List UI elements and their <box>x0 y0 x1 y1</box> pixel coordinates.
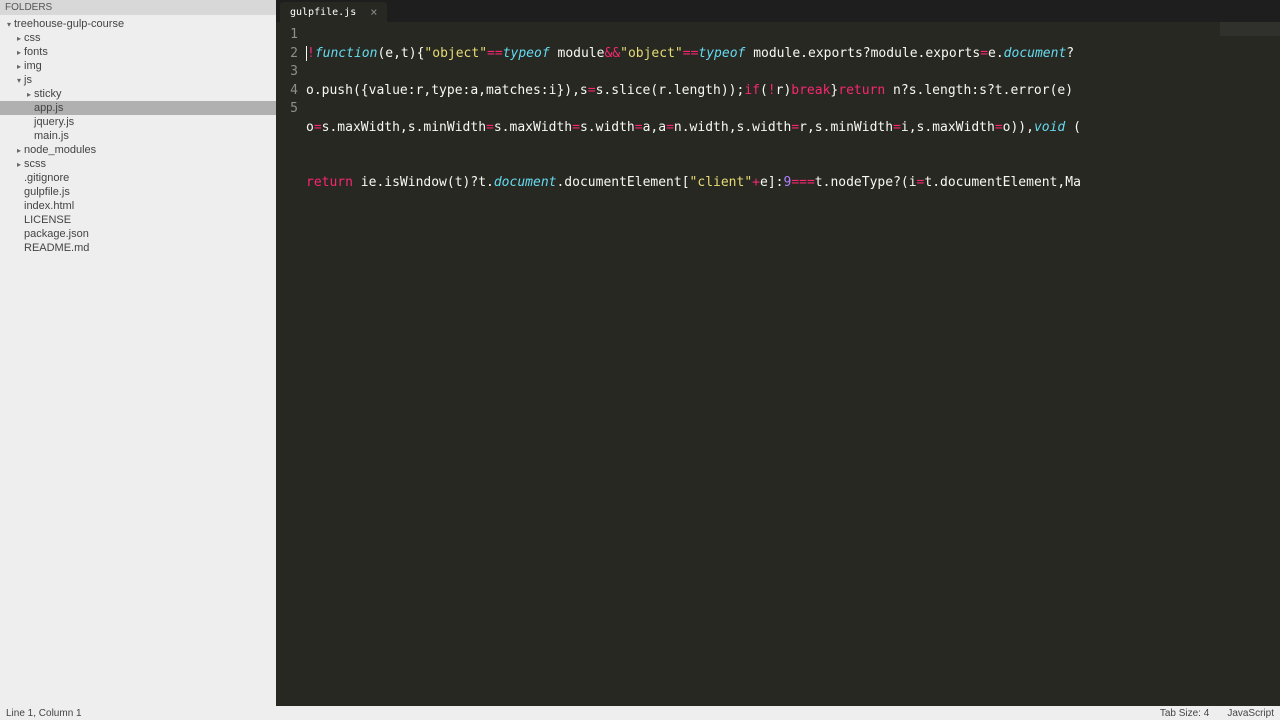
tree-file[interactable]: package.json <box>0 227 276 241</box>
tree-item-label: .gitignore <box>24 172 69 184</box>
tree-item-label: scss <box>24 158 46 170</box>
tree-item-label: README.md <box>24 242 89 254</box>
line-number: 1 <box>276 26 298 45</box>
tree-folder[interactable]: ▸img <box>0 59 276 73</box>
tree-folder[interactable]: ▸css <box>0 31 276 45</box>
status-bar: Line 1, Column 1 Tab Size: 4 JavaScript <box>0 706 1280 720</box>
tree-item-label: LICENSE <box>24 214 71 226</box>
status-language[interactable]: JavaScript <box>1227 708 1274 719</box>
tree-file[interactable]: .gitignore <box>0 171 276 185</box>
tree-item-label: jquery.js <box>34 116 74 128</box>
line-number: 3 <box>276 63 298 82</box>
tree-file[interactable]: main.js <box>0 129 276 143</box>
disclosure-icon: ▾ <box>4 20 14 29</box>
sidebar: FOLDERS ▾treehouse-gulp-course▸css▸fonts… <box>0 0 276 706</box>
disclosure-icon: ▸ <box>14 62 24 71</box>
tree-item-label: img <box>24 60 42 72</box>
tree-file[interactable]: jquery.js <box>0 115 276 129</box>
line-number: 5 <box>276 100 298 119</box>
tree-file[interactable]: gulpfile.js <box>0 185 276 199</box>
disclosure-icon: ▸ <box>24 90 34 99</box>
file-tree: ▾treehouse-gulp-course▸css▸fonts▸img▾js▸… <box>0 15 276 706</box>
disclosure-icon: ▸ <box>14 146 24 155</box>
tab-gulpfile[interactable]: gulpfile.js × <box>280 2 387 22</box>
minimap[interactable] <box>1220 22 1280 36</box>
tree-folder[interactable]: ▸sticky <box>0 87 276 101</box>
tree-folder[interactable]: ▾js <box>0 73 276 87</box>
status-tab-size[interactable]: Tab Size: 4 <box>1160 708 1209 719</box>
tree-item-label: gulpfile.js <box>24 186 70 198</box>
tree-item-label: sticky <box>34 88 62 100</box>
tree-item-label: app.js <box>34 102 63 114</box>
disclosure-icon: ▸ <box>14 48 24 57</box>
code-area[interactable]: !function(e,t){"object"==typeof module&&… <box>306 22 1280 706</box>
tree-file[interactable]: app.js <box>0 101 276 115</box>
tree-item-label: index.html <box>24 200 74 212</box>
tree-item-label: treehouse-gulp-course <box>14 18 124 30</box>
tree-file[interactable]: README.md <box>0 241 276 255</box>
tab-bar: gulpfile.js × <box>276 0 1280 22</box>
tab-label: gulpfile.js <box>290 7 356 18</box>
status-cursor-position[interactable]: Line 1, Column 1 <box>6 708 82 719</box>
disclosure-icon: ▸ <box>14 34 24 43</box>
tree-item-label: js <box>24 74 32 86</box>
tree-folder[interactable]: ▸fonts <box>0 45 276 59</box>
tree-item-label: main.js <box>34 130 69 142</box>
sidebar-folders-header: FOLDERS <box>0 0 276 15</box>
line-number: 4 <box>276 82 298 101</box>
editor-body[interactable]: 1 2 3 4 5 !function(e,t){"object"==typeo… <box>276 22 1280 706</box>
tree-item-label: package.json <box>24 228 89 240</box>
tree-file[interactable]: LICENSE <box>0 213 276 227</box>
editor-panel: gulpfile.js × 1 2 3 4 5 !function(e,t){"… <box>276 0 1280 706</box>
tree-item-label: fonts <box>24 46 48 58</box>
tree-item-label: css <box>24 32 41 44</box>
tree-folder[interactable]: ▾treehouse-gulp-course <box>0 17 276 31</box>
tree-file[interactable]: index.html <box>0 199 276 213</box>
tree-folder[interactable]: ▸scss <box>0 157 276 171</box>
gutter: 1 2 3 4 5 <box>276 22 306 706</box>
disclosure-icon: ▸ <box>14 160 24 169</box>
close-icon[interactable]: × <box>370 5 377 19</box>
line-number: 2 <box>276 45 298 64</box>
tree-folder[interactable]: ▸node_modules <box>0 143 276 157</box>
tree-item-label: node_modules <box>24 144 96 156</box>
disclosure-icon: ▾ <box>14 76 24 85</box>
